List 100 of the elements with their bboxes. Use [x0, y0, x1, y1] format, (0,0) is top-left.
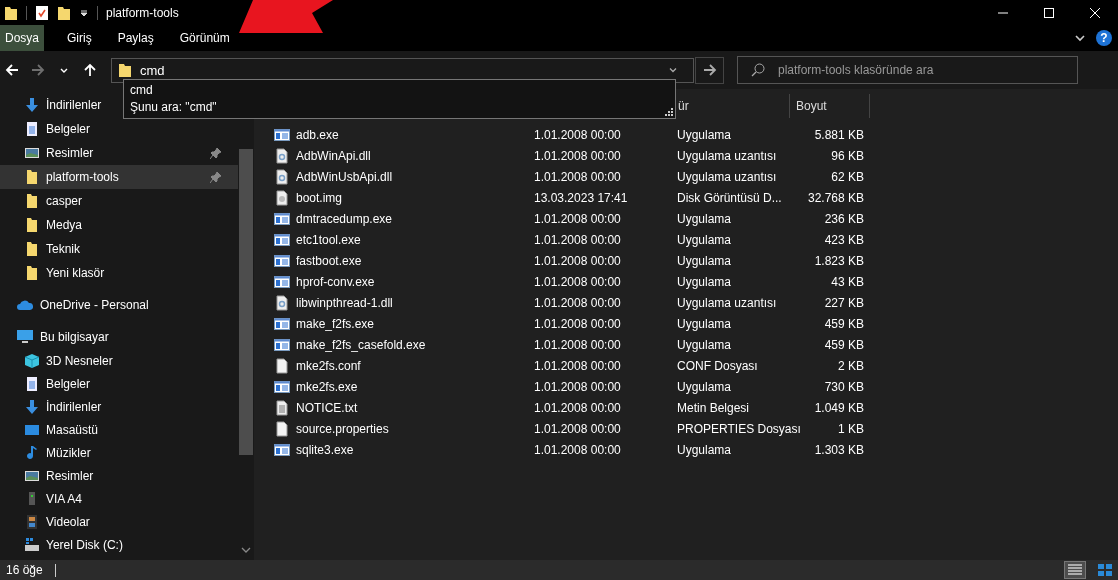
file-name[interactable]: mke2fs.exe [296, 379, 358, 394]
modified-date: 1.01.2008 00:00 [534, 211, 622, 226]
file-name[interactable]: dmtracedump.exe [296, 211, 393, 226]
ribbon-tab[interactable]: Görünüm [166, 25, 243, 51]
item-count: 16 öğe [6, 563, 43, 577]
picture-icon [24, 145, 40, 161]
column-header[interactable]: Boyut [790, 94, 870, 118]
file-name[interactable]: AdbWinUsbApi.dll [296, 169, 393, 184]
ribbon-tab[interactable]: Paylaş [104, 25, 167, 51]
folder-icon [24, 193, 40, 209]
file-size: 32.768 KB [806, 190, 864, 205]
video-icon [24, 513, 40, 530]
sidebar-item[interactable]: Belgeler [0, 372, 238, 395]
modified-date: 1.01.2008 00:00 [534, 379, 622, 394]
file-name[interactable]: hprof-conv.exe [296, 274, 375, 289]
file-size: 1.303 KB [813, 442, 864, 457]
sidebar-item[interactable]: Belgeler [0, 117, 101, 141]
sidebar-item[interactable]: Yeni klasör [0, 261, 115, 285]
document-icon [24, 121, 40, 137]
modified-date: 1.01.2008 00:00 [534, 295, 622, 310]
sidebar-item[interactable]: İndirilenler [0, 395, 238, 418]
sidebar-item[interactable]: Resimler [0, 141, 238, 165]
details-view-button[interactable] [1064, 561, 1086, 579]
file-name[interactable]: make_f2fs_casefold.exe [296, 337, 426, 352]
file-name[interactable]: NOTICE.txt [296, 400, 358, 415]
sidebar-item[interactable]: 3D Nesneler [0, 349, 238, 372]
sidebar-item[interactable]: Medya [0, 213, 93, 237]
application-icon [274, 443, 290, 456]
file-name[interactable]: sqlite3.exe [296, 442, 354, 457]
ribbon-tab[interactable]: Giriş [54, 25, 105, 51]
file-name[interactable]: source.properties [296, 421, 389, 436]
file-type: Uygulama uzantısı [677, 295, 778, 310]
folder-icon[interactable] [57, 4, 71, 21]
resize-grip-icon[interactable] [665, 108, 673, 116]
modified-date: 1.01.2008 00:00 [534, 232, 622, 247]
application-icon [274, 128, 290, 141]
disc-file-icon [274, 189, 290, 206]
gear-file-icon [274, 147, 290, 164]
sidebar-item[interactable]: casper [0, 189, 93, 213]
modified-date: 1.01.2008 00:00 [534, 337, 622, 352]
sidebar-item[interactable]: Yerel Disk (C:) [0, 533, 238, 556]
file-size: 236 KB [823, 211, 864, 226]
gear-file-icon [274, 168, 290, 185]
modified-date: 1.01.2008 00:00 [534, 421, 622, 436]
sidebar-item[interactable]: VIA A4 [0, 487, 238, 510]
search-field[interactable]: platform-tools klasöründe ara [737, 56, 1078, 84]
file-size: 62 KB [830, 169, 864, 184]
file-name[interactable]: make_f2fs.exe [296, 316, 375, 331]
file-icon [274, 357, 290, 374]
arrow-right-icon [702, 63, 717, 77]
pin-icon[interactable] [210, 147, 222, 159]
column-header[interactable]: ür [674, 94, 790, 118]
up-arrow-icon[interactable] [83, 63, 97, 77]
modified-date: 1.01.2008 00:00 [534, 127, 622, 142]
file-type: Uygulama uzantısı [677, 148, 778, 163]
maximize-icon [1044, 7, 1054, 18]
download-icon [24, 398, 40, 415]
sidebar-item[interactable]: Müzikler [0, 441, 238, 464]
sidebar-item[interactable]: Teknik [0, 237, 90, 261]
file-size: 2 KB [837, 358, 864, 373]
modified-date: 1.01.2008 00:00 [534, 358, 622, 373]
caret-icon[interactable] [79, 7, 89, 18]
file-name[interactable]: fastboot.exe [296, 253, 362, 268]
sidebar-item[interactable]: OneDrive - Personal [0, 293, 238, 317]
suggestion-item[interactable]: Şunu ara: "cmd" [130, 99, 669, 116]
sidebar-item[interactable]: Masaüstü [0, 418, 238, 441]
help-button[interactable]: ? [1096, 30, 1112, 46]
minimize-icon [998, 11, 1008, 14]
music-icon [24, 444, 40, 461]
application-icon [274, 233, 290, 246]
scrollbar-thumb[interactable] [239, 149, 253, 455]
file-name[interactable]: mke2fs.conf [296, 358, 361, 373]
chevron-down-icon[interactable] [1074, 32, 1086, 44]
sidebar-item[interactable]: Bu bilgisayar [0, 325, 238, 349]
sidebar-item[interactable]: Videolar [0, 510, 238, 533]
file-name[interactable]: adb.exe [296, 127, 339, 142]
ribbon-tab[interactable]: Dosya [0, 25, 44, 51]
file-size: 1 KB [837, 421, 864, 436]
file-name[interactable]: boot.img [296, 190, 343, 205]
sidebar-item[interactable]: platform-tools [0, 165, 238, 189]
file-name[interactable]: libwinpthread-1.dll [296, 295, 393, 310]
file-size: 43 KB [830, 274, 864, 289]
file-type: Uygulama [677, 379, 733, 394]
folder-icon [24, 169, 40, 185]
file-size: 5.881 KB [813, 127, 864, 142]
file-name[interactable]: etc1tool.exe [296, 232, 361, 247]
folder-icon[interactable] [4, 4, 18, 21]
close-icon [1090, 7, 1100, 18]
back-arrow-icon[interactable] [5, 63, 19, 77]
file-type: Uygulama uzantısı [677, 169, 778, 184]
file-size: 1.049 KB [813, 400, 864, 415]
file-type: Uygulama [677, 253, 733, 268]
sidebar-item[interactable]: Resimler [0, 464, 238, 487]
go-button[interactable] [695, 56, 724, 84]
pin-icon[interactable] [210, 171, 222, 183]
properties-icon[interactable] [35, 4, 49, 21]
folder-icon [24, 217, 40, 233]
sidebar-item[interactable]: İndirilenler [0, 93, 112, 117]
suggestion-item[interactable]: cmd [130, 82, 669, 99]
file-name[interactable]: AdbWinApi.dll [296, 148, 371, 163]
